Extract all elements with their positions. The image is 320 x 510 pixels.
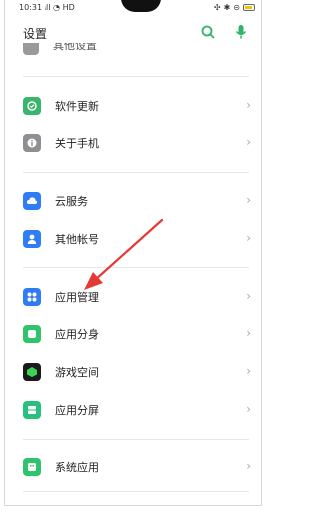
divider (23, 172, 249, 173)
divider (23, 267, 249, 268)
chevron-right-icon: › (246, 135, 251, 149)
update-icon (23, 97, 41, 115)
settings-item-other-accounts[interactable]: 其他帐号 › (23, 226, 255, 252)
bluetooth-icon: ✱ (223, 3, 231, 12)
wifi-icon: ◔ (53, 3, 61, 12)
do-not-disturb-icon: ⊝ (233, 3, 240, 12)
settings-item-game-space[interactable]: 游戏空间 › (23, 359, 255, 385)
divider (23, 491, 249, 492)
settings-screen: 10:31 ᵢll ◔ HD ✣ ✱ ⊝ 设置 其他设置 软件更新 › 关于手机… (4, 0, 262, 506)
settings-item-system-apps[interactable]: 系统应用 › (23, 454, 255, 480)
status-time: 10:31 ᵢll ◔ HD (19, 3, 75, 12)
divider (23, 439, 249, 440)
chevron-right-icon: › (246, 231, 251, 245)
settings-item-split-screen[interactable]: 应用分屏 › (23, 397, 255, 423)
settings-item-about-phone[interactable]: 关于手机 › (23, 130, 255, 156)
vibrate-icon: ✣ (213, 3, 221, 12)
splitscreen-icon (23, 401, 41, 419)
clone-icon (23, 325, 41, 343)
apps-icon (23, 288, 41, 306)
divider (23, 76, 249, 77)
status-bar: 10:31 ᵢll ◔ HD ✣ ✱ ⊝ (5, 0, 261, 16)
chevron-right-icon: › (246, 402, 251, 416)
chevron-right-icon: › (246, 98, 251, 112)
camera-notch (121, 0, 161, 12)
cloud-icon (23, 192, 41, 210)
system-apps-icon (23, 458, 41, 476)
chevron-right-icon: › (246, 364, 251, 378)
chevron-right-icon: › (246, 459, 251, 473)
chevron-right-icon: › (246, 289, 251, 303)
chevron-right-icon: › (246, 326, 251, 340)
game-icon (23, 363, 41, 381)
settings-item-app-management[interactable]: 应用管理 › (23, 284, 255, 310)
battery-icon (243, 4, 255, 11)
list-item-partial[interactable]: 其他设置 (23, 43, 253, 57)
page-title: 设置 (23, 27, 48, 41)
settings-icon (23, 43, 39, 55)
settings-item-software-update[interactable]: 软件更新 › (23, 93, 255, 119)
search-icon[interactable] (201, 24, 215, 40)
account-icon (23, 230, 41, 248)
settings-item-cloud-service[interactable]: 云服务 › (23, 188, 255, 214)
settings-item-app-clone[interactable]: 应用分身 › (23, 321, 255, 347)
chevron-right-icon: › (246, 193, 251, 207)
microphone-icon[interactable] (234, 24, 248, 40)
info-icon (23, 134, 41, 152)
signal-icon: ᵢll (44, 3, 54, 12)
